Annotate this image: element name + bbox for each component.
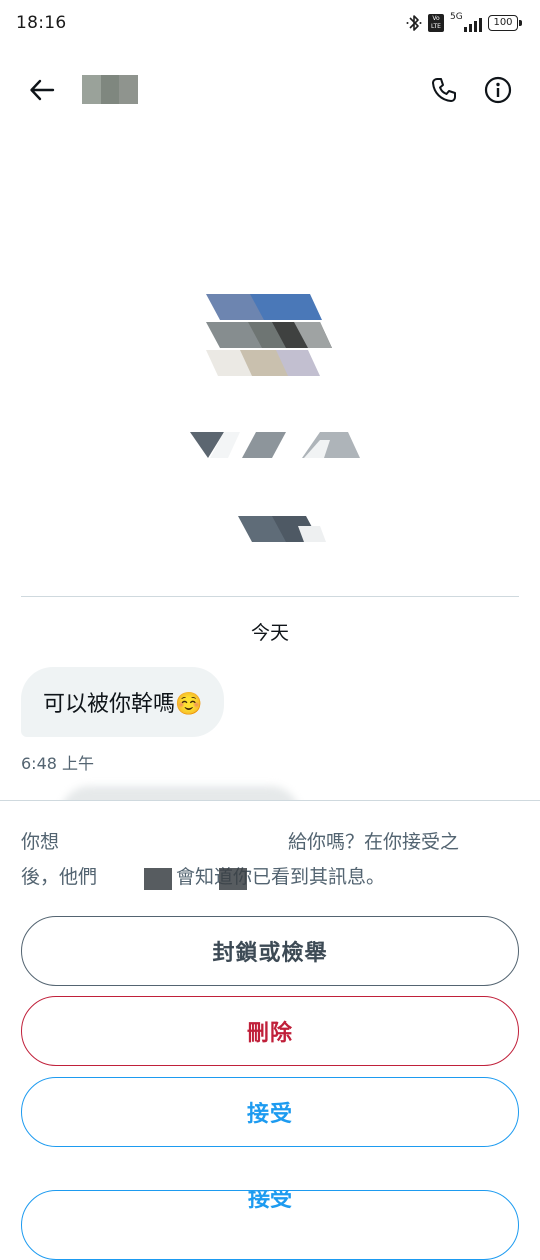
message-request-text: 你想 後，他們 給你嗎？在你接受之 會知道你已看到其訊息。 [21, 825, 519, 895]
status-bar: 18:16 Vo LTE 5G 100 [0, 0, 540, 48]
status-time: 18:16 [16, 13, 67, 33]
blurred-contact-name [82, 75, 139, 104]
redaction-block [63, 827, 288, 859]
request-text-line-1-end: 給你嗎？在你接受之 [288, 831, 460, 853]
redaction-block [219, 868, 247, 890]
network-type-label: 5G [450, 12, 463, 22]
date-divider-label: 今天 [250, 622, 289, 644]
delete-button[interactable]: 刪除 [21, 996, 519, 1066]
partially-visible-button[interactable]: 接受 [21, 1190, 519, 1260]
phone-icon [432, 78, 456, 102]
battery-icon: 100 [488, 15, 522, 31]
arrow-left-icon [30, 79, 55, 101]
received-message-bubble[interactable]: 可以被你幹嗎☺️ [21, 667, 225, 737]
blurred-profile-info [180, 290, 370, 550]
call-button[interactable] [424, 70, 464, 110]
message-text: 可以被你幹嗎☺️ [43, 692, 203, 717]
request-text-line-2-end: 會知道你已看到其訊息。 [176, 866, 386, 888]
volte-icon: Vo LTE [428, 14, 444, 32]
redaction-block [144, 868, 172, 890]
message-request-sheet: 你想 後，他們 給你嗎？在你接受之 會知道你已看到其訊息。 封鎖或檢舉 刪除 接… [0, 800, 540, 1260]
status-icons: Vo LTE 5G 100 [406, 12, 522, 33]
accept-button[interactable]: 接受 [21, 1077, 519, 1147]
bluetooth-icon [406, 15, 422, 31]
conversation-header [0, 60, 540, 116]
conversation-divider [21, 596, 519, 597]
info-button[interactable] [478, 70, 518, 110]
message-timestamp: 6:48 上午 [21, 754, 95, 773]
info-circle-icon [484, 76, 512, 104]
back-button[interactable] [22, 70, 62, 110]
signal-icon: 5G [450, 12, 482, 32]
block-or-report-button[interactable]: 封鎖或檢舉 [21, 916, 519, 986]
